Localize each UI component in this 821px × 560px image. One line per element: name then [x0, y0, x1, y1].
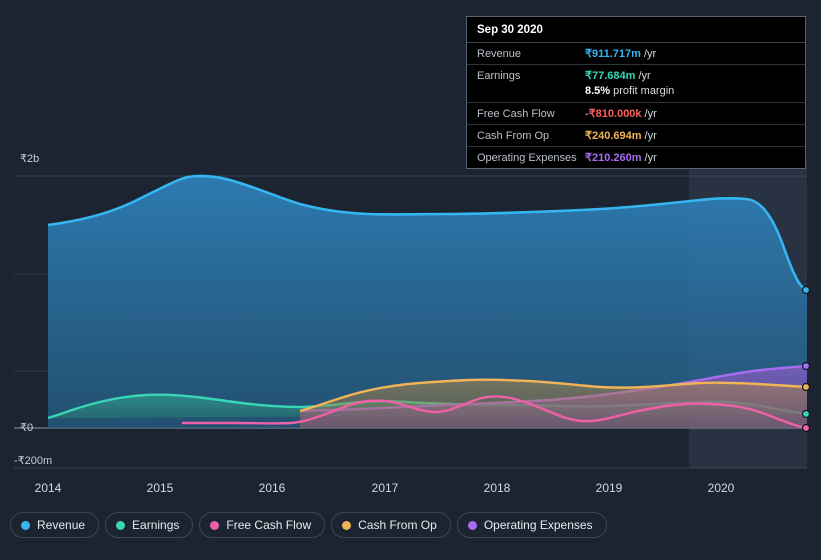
- x-axis-label-2020: 2020: [707, 481, 735, 495]
- tooltip-profit-margin-label: profit margin: [613, 85, 675, 97]
- legend-label-revenue: Revenue: [37, 518, 86, 532]
- hover-tooltip: Sep 30 2020 Revenue ₹911.717m /yr Earnin…: [466, 16, 806, 169]
- tooltip-row-operating-expenses: Operating Expenses ₹210.260m /yr: [467, 147, 805, 168]
- tooltip-label-earnings: Earnings: [477, 70, 521, 82]
- x-axis-label-2014: 2014: [34, 481, 62, 495]
- tooltip-value-earnings: ₹77.684m: [585, 70, 636, 82]
- tooltip-unit-cash-from-op: /yr: [644, 130, 657, 142]
- legend-dot-icon-cash-from-op: [342, 520, 352, 530]
- legend-item-operating-expenses[interactable]: Operating Expenses: [456, 512, 607, 538]
- revenue-endpoint-marker: [801, 285, 811, 295]
- legend-dot-icon-earnings: [116, 520, 126, 530]
- legend-label-operating-expenses: Operating Expenses: [483, 518, 593, 532]
- legend-item-free-cash-flow[interactable]: Free Cash Flow: [199, 512, 326, 538]
- tooltip-profit-margin: 8.5% profit margin: [467, 83, 805, 103]
- tooltip-label-operating-expenses: Operating Expenses: [477, 152, 577, 164]
- tooltip-date: Sep 30 2020: [467, 17, 805, 43]
- tooltip-row-cash-from-op: Cash From Op ₹240.694m /yr: [467, 125, 805, 147]
- tooltip-label-cash-from-op: Cash From Op: [477, 130, 550, 142]
- x-axis-label-2015: 2015: [146, 481, 174, 495]
- x-axis-label-2018: 2018: [483, 481, 511, 495]
- y-axis-label-top: ₹2b: [20, 153, 40, 165]
- cash-from-op-endpoint-marker: [801, 382, 811, 392]
- tooltip-label-free-cash-flow: Free Cash Flow: [477, 108, 555, 120]
- x-axis-label-2017: 2017: [371, 481, 399, 495]
- legend-label-cash-from-op: Cash From Op: [358, 518, 437, 532]
- earnings-endpoint-marker: [801, 409, 811, 419]
- tooltip-value-operating-expenses: ₹210.260m: [585, 152, 642, 164]
- legend-label-earnings: Earnings: [132, 518, 180, 532]
- tooltip-profit-margin-value: 8.5%: [585, 85, 611, 97]
- tooltip-unit-revenue: /yr: [643, 48, 657, 60]
- operating-expenses-endpoint-marker: [801, 361, 811, 371]
- tooltip-row-free-cash-flow: Free Cash Flow -₹810.000k /yr: [467, 103, 805, 125]
- free-cash-flow-endpoint-marker: [801, 423, 811, 433]
- y-axis-label-zero: ₹0: [20, 422, 34, 434]
- tooltip-unit-earnings: /yr: [638, 70, 651, 82]
- y-axis-label-bottom: -₹200m: [14, 455, 53, 467]
- tooltip-row-revenue: Revenue ₹911.717m /yr: [467, 43, 805, 65]
- legend-item-earnings[interactable]: Earnings: [105, 512, 194, 538]
- x-axis-label-2016: 2016: [258, 481, 286, 495]
- legend-dot-icon-revenue: [21, 520, 30, 530]
- chart-legend: Revenue Earnings Free Cash Flow Cash Fro…: [10, 512, 607, 538]
- tooltip-value-revenue: ₹911.717m: [585, 48, 641, 60]
- tooltip-unit-operating-expenses: /yr: [644, 152, 657, 164]
- tooltip-value-free-cash-flow: -₹810.000k: [585, 108, 642, 120]
- tooltip-label-revenue: Revenue: [477, 48, 522, 60]
- tooltip-value-cash-from-op: ₹240.694m: [585, 130, 642, 142]
- legend-label-free-cash-flow: Free Cash Flow: [226, 518, 312, 532]
- legend-dot-icon-free-cash-flow: [210, 520, 220, 530]
- x-axis-label-2019: 2019: [595, 481, 623, 495]
- financial-area-chart: ₹2b ₹0 -₹200m 2014 2015 2016 2017 2018 2…: [0, 0, 821, 560]
- legend-item-revenue[interactable]: Revenue: [10, 512, 100, 538]
- legend-item-cash-from-op[interactable]: Cash From Op: [331, 512, 451, 538]
- legend-dot-icon-operating-expenses: [467, 520, 477, 530]
- tooltip-unit-free-cash-flow: /yr: [644, 108, 657, 120]
- tooltip-row-earnings: Earnings ₹77.684m /yr: [467, 65, 805, 83]
